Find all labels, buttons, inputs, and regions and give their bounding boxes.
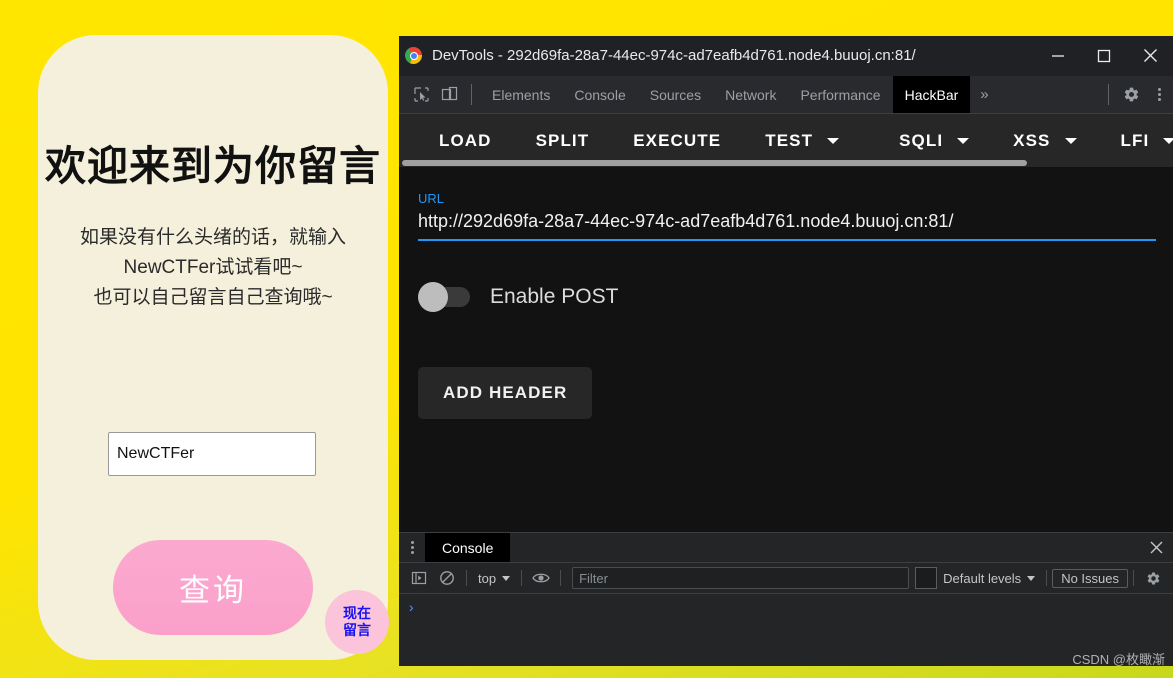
kebab-menu-icon[interactable] [1145,76,1173,113]
console-context-label: top [478,570,497,586]
drawer-tab-console[interactable]: Console [425,533,511,562]
tab-console[interactable]: Console [562,76,637,113]
page-description-line-3: 也可以自己留言自己查询哦~ [93,287,333,308]
hackbar-execute-button[interactable]: EXECUTE [611,131,743,151]
hackbar-test-button[interactable]: TEST [743,131,861,151]
maximize-button[interactable] [1081,37,1127,75]
chrome-logo-icon [405,47,422,64]
enable-post-label: Enable POST [490,285,619,308]
hackbar-toolbar-scrollbar[interactable] [399,159,1173,167]
no-issues-button[interactable]: No Issues [1052,568,1128,588]
filterbar-divider-5 [1133,570,1134,586]
page-description: 如果没有什么头绪的话，就输入 NewCTFer试试看吧~ 也可以自己留言自己查询… [38,223,388,313]
drawer-tabbar-spacer [510,533,1139,562]
filterbar-divider-1 [466,570,467,586]
enable-post-row: Enable POST [418,282,1156,312]
hackbar-toolbar-scrollbar-thumb[interactable] [402,160,1027,166]
clear-console-icon[interactable] [433,567,461,589]
hackbar-sqli-button[interactable]: SQLI [877,131,991,151]
hackbar-lfi-button[interactable]: LFI [1099,131,1173,151]
url-input[interactable] [418,209,1156,241]
watermark: CSDN @枚瞰渐 [1072,652,1165,667]
tabstrip-divider [471,84,472,105]
inspect-cursor-icon[interactable] [407,76,435,113]
devtools-titlebar: DevTools - 292d69fa-28a7-44ec-974c-ad7ea… [399,36,1173,76]
close-button[interactable] [1127,37,1173,75]
chevron-down-icon [1064,137,1077,144]
toggle-knob [418,282,448,312]
filterbar-divider-3 [560,570,562,586]
query-input[interactable] [108,432,316,476]
hackbar-load-button[interactable]: LOAD [417,131,514,151]
add-header-button[interactable]: ADD HEADER [418,367,593,419]
page-description-line-2: NewCTFer试试看吧~ [123,257,303,278]
console-filter-input[interactable] [572,567,910,589]
devtools-tabstrip: Elements Console Sources Network Perform… [399,76,1173,114]
hackbar-sqli-label: SQLI [899,130,944,150]
tab-performance[interactable]: Performance [788,76,892,113]
console-drawer: Console top Filter Default levels No Iss… [399,532,1173,666]
url-label: URL [418,191,445,206]
tab-hackbar[interactable]: HackBar [892,76,971,113]
now-message-badge-line-2: 留言 [343,622,371,638]
console-filter-bar: top Default levels No Issues [399,563,1173,594]
gear-icon[interactable] [1139,567,1167,589]
console-output[interactable]: › [399,594,1173,666]
tab-sources[interactable]: Sources [638,76,713,113]
hackbar-split-button[interactable]: SPLIT [514,131,612,151]
close-icon[interactable] [1139,533,1173,562]
page-title: 欢迎来到为你留言 [45,143,381,189]
webpage-card: 欢迎来到为你留言 如果没有什么头绪的话，就输入 NewCTFer试试看吧~ 也可… [38,35,388,660]
kebab-menu-icon[interactable] [399,533,425,562]
console-levels-selector[interactable]: Default levels [937,571,1041,586]
console-sidebar-icon[interactable] [405,567,433,589]
devtools-window: DevTools - 292d69fa-28a7-44ec-974c-ad7ea… [399,36,1173,666]
console-levels-label: Default levels [943,570,1022,586]
hackbar-xss-label: XSS [1013,130,1051,150]
hackbar-load-label: LOAD [439,130,492,150]
hackbar-lfi-label: LFI [1120,130,1150,150]
drawer-tabbar: Console [399,533,1173,563]
hackbar-toolbar: LOAD SPLIT EXECUTE TEST SQLI XSS LFI [399,114,1173,167]
console-prompt-icon: › [407,601,416,617]
now-message-badge-line-1: 现在 [343,605,371,621]
tabstrip-spacer [999,76,1100,113]
tabstrip-divider-right [1108,84,1109,105]
enable-post-toggle[interactable] [418,282,470,312]
filterbar-divider-2 [521,570,523,586]
chevron-down-icon [1027,575,1036,581]
chevron-down-icon [957,137,970,144]
more-tabs-button[interactable]: » [970,76,998,113]
console-context-selector[interactable]: top [472,571,516,586]
hackbar-body: URL Enable POST ADD HEADER [399,167,1173,532]
now-message-badge[interactable]: 现在 留言 [325,590,389,654]
hackbar-split-label: SPLIT [535,130,590,150]
query-button[interactable]: 查询 [113,540,313,635]
tab-elements[interactable]: Elements [480,76,562,113]
chevron-down-icon [502,575,511,581]
minimize-button[interactable] [1035,37,1081,75]
window-title: DevTools - 292d69fa-28a7-44ec-974c-ad7ea… [432,47,916,64]
filterbar-divider-4 [1046,570,1048,586]
console-color-swatch [915,567,938,589]
hackbar-panel: LOAD SPLIT EXECUTE TEST SQLI XSS LFI URL… [399,114,1173,532]
device-toolbar-icon[interactable] [435,76,463,113]
page-description-line-1: 如果没有什么头绪的话，就输入 [79,227,346,248]
hackbar-test-label: TEST [765,130,814,150]
hackbar-execute-label: EXECUTE [633,130,722,150]
hackbar-xss-button[interactable]: XSS [991,131,1098,151]
tab-network[interactable]: Network [713,76,788,113]
gear-icon[interactable] [1117,76,1145,113]
chevron-down-icon [1163,137,1173,144]
chevron-down-icon [827,137,840,144]
eye-icon[interactable] [527,567,555,589]
